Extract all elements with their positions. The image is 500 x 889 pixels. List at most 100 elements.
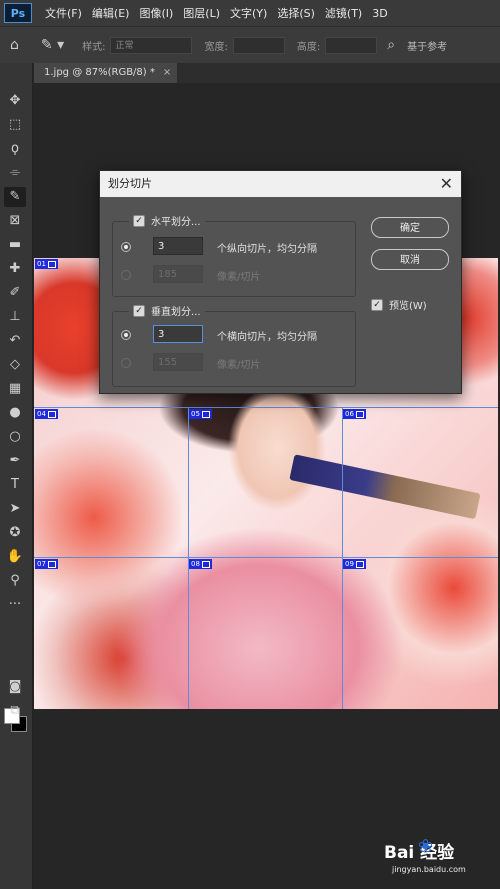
pen-tool-icon[interactable]: ✒ (4, 451, 26, 471)
menu-bar: Ps 文件(F) 编辑(E) 图像(I) 图层(L) 文字(Y) 选择(S) 滤… (0, 0, 500, 26)
slice-line-h2 (34, 557, 498, 558)
brush-tool-icon[interactable]: ✐ (4, 283, 26, 303)
slice-image-icon (201, 560, 210, 568)
vertical-count-input[interactable]: 3 (153, 325, 203, 343)
more-tools-icon[interactable]: ··· (4, 595, 26, 615)
checkbox-icon: ✓ (371, 298, 383, 311)
move-tool-icon[interactable]: ✥ (4, 91, 26, 111)
search-icon[interactable]: ⌕ (387, 37, 395, 53)
quick-select-tool-icon[interactable]: ⌯ (4, 163, 26, 183)
menu-type[interactable]: 文字(Y) (225, 5, 272, 21)
vertical-divide-group: ✓ 垂直划分... 3 个横向切片，均匀分隔 155 像素/切片 (112, 303, 356, 387)
slice-number: 05 (191, 410, 200, 418)
healing-tool-icon[interactable]: ✚ (4, 259, 26, 279)
slice-image-icon (201, 410, 210, 418)
home-icon[interactable]: ⌂ (10, 37, 19, 53)
options-bar: ⌂ ✎ ▾ 样式: 正常 宽度: 高度: ⌕ 基于参考 (0, 26, 500, 64)
vertical-divide-label: 垂直划分... (151, 307, 201, 318)
horizontal-divide-label: 水平划分... (151, 217, 201, 228)
close-icon[interactable]: ✕ (440, 171, 453, 197)
horizontal-pixels-radio[interactable] (121, 270, 131, 280)
slice-line-h1 (34, 407, 498, 408)
slice-number: 04 (37, 410, 46, 418)
slice-number: 09 (345, 560, 354, 568)
menu-filter[interactable]: 滤镜(T) (320, 5, 367, 21)
horizontal-pixels-input[interactable]: 185 (153, 265, 203, 283)
horizontal-count-input[interactable]: 3 (153, 237, 203, 255)
height-label: 高度: (296, 41, 321, 53)
slice-tag[interactable]: 07 (35, 559, 58, 569)
slice-tag[interactable]: 08 (189, 559, 212, 569)
slice-image-icon (47, 260, 56, 268)
path-select-icon[interactable]: ➤ (4, 499, 26, 519)
menu-3d[interactable]: 3D (367, 7, 392, 20)
close-icon[interactable]: × (163, 67, 171, 78)
vertical-pixels-radio[interactable] (121, 358, 131, 368)
menu-edit[interactable]: 编辑(E) (87, 5, 135, 21)
slice-tool-icon[interactable]: ✎ (4, 187, 26, 207)
photoshop-logo: Ps (4, 3, 32, 23)
style-select[interactable]: 正常 (110, 36, 193, 54)
preview-checkbox[interactable]: ✓ 预览(W) (371, 297, 427, 312)
slice-number: 08 (191, 560, 200, 568)
slice-tag[interactable]: 01 (35, 259, 58, 269)
slice-image-icon (47, 560, 56, 568)
screen-mode-icon[interactable]: ⧉ (4, 701, 26, 721)
slice-tag[interactable]: 06 (343, 409, 366, 419)
history-brush-icon[interactable]: ↶ (4, 331, 26, 351)
blur-tool-icon[interactable]: ● (4, 403, 26, 423)
slice-tag[interactable]: 09 (343, 559, 366, 569)
dodge-tool-icon[interactable]: ○ (4, 427, 26, 447)
menu-layer[interactable]: 图层(L) (178, 5, 225, 21)
horizontal-divide-checkbox[interactable]: ✓ 水平划分... (129, 213, 205, 228)
cancel-button[interactable]: 取消 (371, 249, 449, 270)
checkbox-icon: ✓ (133, 304, 145, 317)
style-label: 样式: (82, 41, 106, 53)
slice-line-v2 (342, 407, 343, 709)
brush-preset-icon[interactable]: ✎ ▾ (41, 37, 64, 53)
marquee-tool-icon[interactable]: ⬚ (4, 115, 26, 135)
height-field[interactable] (325, 36, 378, 54)
document-tab-title: 1.jpg @ 87%(RGB/8) * (44, 67, 155, 78)
eraser-tool-icon[interactable]: ◇ (4, 355, 26, 375)
menu-file[interactable]: 文件(F) (40, 5, 87, 21)
tools-panel: ✥ ⬚ ϙ ⌯ ✎ ⊠ ▬ ✚ ✐ ⊥ ↶ ◇ ▦ ● ○ ✒ T ➤ ✪ ✋ … (0, 63, 33, 889)
fan-in-photo (289, 454, 481, 520)
dialog-title: 划分切片 (108, 177, 152, 190)
frame-tool-icon[interactable]: ⊠ (4, 211, 26, 231)
slice-image-icon (47, 410, 56, 418)
hand-tool-icon[interactable]: ✋ (4, 547, 26, 567)
zoom-tool-icon[interactable]: ⚲ (4, 571, 26, 591)
menu-image[interactable]: 图像(I) (134, 5, 178, 21)
ok-button[interactable]: 确定 (371, 217, 449, 238)
preview-label: 预览(W) (389, 301, 427, 312)
watermark-url: jingyan.baidu.com (392, 865, 466, 874)
slice-number: 07 (37, 560, 46, 568)
menu-select[interactable]: 选择(S) (272, 5, 320, 21)
vertical-pixels-input[interactable]: 155 (153, 353, 203, 371)
document-tab-bar: 1.jpg @ 87%(RGB/8) * × (34, 63, 500, 83)
lasso-tool-icon[interactable]: ϙ (4, 139, 26, 159)
vertical-count-radio[interactable] (121, 330, 131, 340)
dialog-title-bar[interactable]: 划分切片 ✕ (100, 171, 461, 197)
document-tab[interactable]: 1.jpg @ 87%(RGB/8) * × (34, 63, 178, 83)
slice-image-icon (355, 560, 364, 568)
width-field[interactable] (232, 36, 285, 54)
vertical-divide-checkbox[interactable]: ✓ 垂直划分... (129, 303, 205, 318)
baidu-jingyan-watermark: Bai 经验 ❀ jingyan.baidu.com (384, 836, 494, 882)
slices-from-guides-button[interactable]: 基于参考 (407, 38, 447, 53)
quick-mask-icon[interactable]: ◙ (4, 677, 26, 697)
type-tool-icon[interactable]: T (4, 475, 26, 495)
horizontal-count-radio[interactable] (121, 242, 131, 252)
slice-number: 06 (345, 410, 354, 418)
slice-number: 01 (37, 260, 46, 268)
horizontal-pixels-suffix: 像素/切片 (217, 272, 261, 283)
slice-tag[interactable]: 05 (189, 409, 212, 419)
gradient-tool-icon[interactable]: ▦ (4, 379, 26, 399)
slice-image-icon (355, 410, 364, 418)
shape-tool-icon[interactable]: ✪ (4, 523, 26, 543)
slice-tag[interactable]: 04 (35, 409, 58, 419)
width-label: 宽度: (204, 41, 228, 53)
ruler-tool-icon[interactable]: ▬ (4, 235, 26, 255)
stamp-tool-icon[interactable]: ⊥ (4, 307, 26, 327)
